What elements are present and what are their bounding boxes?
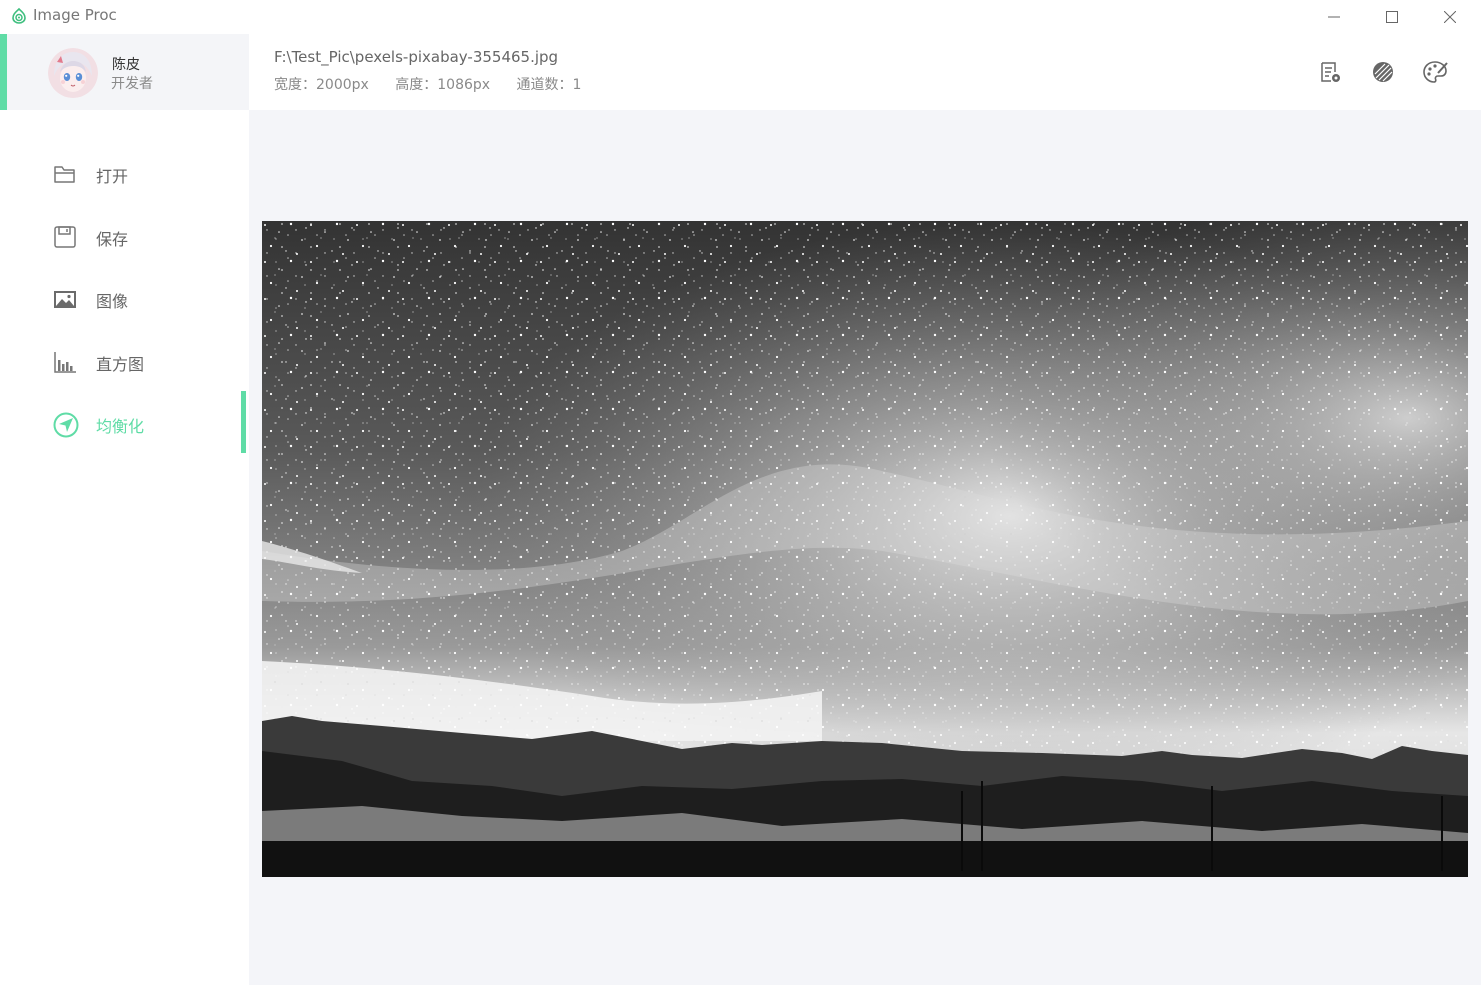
palette-button[interactable]	[1423, 60, 1449, 86]
contrast-icon	[1373, 62, 1393, 82]
maximize-icon	[1386, 11, 1398, 23]
grayscale-starry-night-image	[262, 221, 1468, 877]
app-title: Image Proc	[33, 6, 117, 24]
close-icon	[1444, 11, 1456, 23]
sidebar-item-label: 打开	[96, 167, 129, 186]
image-width: 宽度：2000px	[274, 77, 369, 93]
avatar[interactable]	[48, 48, 98, 98]
image-height: 高度：1086px	[395, 77, 491, 93]
sidebar-nav: 打开 保存 图像 直方图 均衡化	[0, 141, 249, 454]
histogram-icon	[53, 350, 77, 374]
contrast-button[interactable]	[1371, 60, 1397, 86]
app-logo-icon	[10, 7, 28, 25]
sidebar-item-image[interactable]: 图像	[0, 266, 249, 329]
sidebar-item-equalize[interactable]: 均衡化	[0, 391, 249, 454]
image-header: F:\Test_Pic\pexels-pixabay-355465.jpg 宽度…	[249, 34, 1481, 110]
sidebar-item-label: 保存	[96, 229, 129, 249]
sidebar: 陈皮 开发者 打开 保存 图像 直方图 均衡化	[0, 34, 249, 985]
equalize-icon	[53, 412, 79, 438]
sidebar-item-histogram[interactable]: 直方图	[0, 329, 249, 392]
maximize-button[interactable]	[1364, 0, 1420, 34]
minimize-button[interactable]	[1306, 0, 1362, 34]
save-icon	[53, 225, 77, 249]
user-profile: 陈皮 开发者	[0, 34, 249, 110]
image-preview[interactable]	[262, 221, 1468, 877]
file-path: F:\Test_Pic\pexels-pixabay-355465.jpg	[274, 48, 559, 66]
minimize-icon	[1328, 16, 1340, 18]
image-meta: 宽度：2000px 高度：1086px 通道数：1	[274, 74, 603, 94]
close-button[interactable]	[1422, 0, 1478, 34]
sidebar-item-label: 直方图	[96, 354, 145, 374]
report-icon	[1321, 62, 1340, 82]
image-canvas	[249, 110, 1481, 985]
profile-accent-bar	[0, 34, 7, 110]
sidebar-item-save[interactable]: 保存	[0, 204, 249, 267]
title-bar: Image Proc	[0, 0, 1481, 34]
palette-icon	[1423, 61, 1448, 83]
active-indicator	[241, 391, 246, 453]
user-name: 陈皮	[112, 57, 140, 73]
folder-icon	[53, 162, 77, 186]
image-icon	[53, 287, 77, 311]
image-channels: 通道数：1	[516, 77, 582, 93]
report-button[interactable]	[1318, 60, 1344, 86]
user-role: 开发者	[111, 76, 153, 92]
sidebar-item-open[interactable]: 打开	[0, 141, 249, 204]
sidebar-item-label: 均衡化	[96, 417, 145, 436]
sidebar-item-label: 图像	[96, 292, 129, 311]
